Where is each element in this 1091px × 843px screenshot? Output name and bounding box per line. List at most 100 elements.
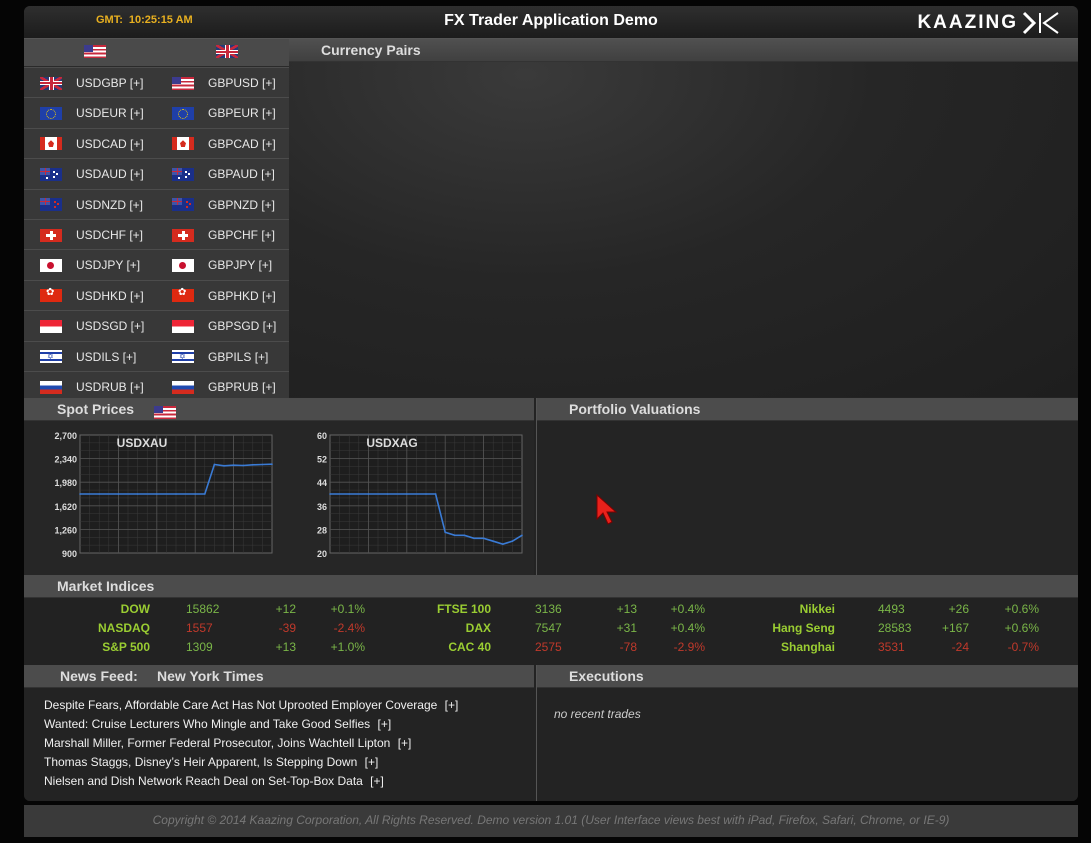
index-percent: -2.4% [333, 621, 365, 635]
chart-title: USDXAU [117, 436, 168, 450]
ca-flag-icon [40, 137, 62, 151]
gbp-pair-label[interactable]: GBPILS [+] [208, 350, 268, 364]
usd-pair-label[interactable]: USDGBP [+] [76, 76, 143, 90]
data-point [261, 463, 264, 466]
y-tick-label: 1,260 [54, 525, 77, 535]
no-trades-message: no recent trades [554, 707, 641, 721]
index-name[interactable]: S&P 500 [24, 640, 150, 654]
data-point [367, 493, 370, 495]
eu-flag-icon [172, 106, 194, 120]
news-expand-button[interactable]: [+] [370, 774, 384, 788]
news-source[interactable]: New York Times [157, 668, 264, 684]
news-item[interactable]: Marshall Miller, Former Federal Prosecut… [44, 736, 411, 750]
usd-pair-cell[interactable]: USDEUR [+] [40, 98, 144, 128]
gbp-pair-label[interactable]: GBPHKD [+] [208, 289, 276, 303]
gbp-pair-label[interactable]: GBPCHF [+] [208, 228, 275, 242]
usd-pair-cell[interactable]: USDAUD [+] [40, 159, 144, 189]
news-expand-button[interactable]: [+] [445, 698, 459, 712]
index-name[interactable]: FTSE 100 [359, 602, 491, 616]
usd-pair-label[interactable]: USDCAD [+] [76, 137, 144, 151]
usd-pair-label[interactable]: USDJPY [+] [76, 258, 140, 272]
data-point [473, 537, 475, 540]
portfolio-title: Portfolio Valuations [569, 401, 701, 417]
usd-pair-label[interactable]: USDHKD [+] [76, 289, 144, 303]
data-point [204, 493, 206, 495]
index-value: 7547 [535, 621, 562, 635]
news-item[interactable]: Wanted: Cruise Lecturers Who Mingle and … [44, 717, 391, 731]
gbp-pair-cell[interactable]: GBPUSD [+] [172, 68, 276, 98]
news-headline[interactable]: Despite Fears, Affordable Care Act Has N… [44, 698, 437, 712]
gbp-pair-cell[interactable]: GBPHKD [+] [172, 281, 276, 311]
news-item[interactable]: Thomas Staggs, Disney’s Heir Apparent, I… [44, 755, 378, 769]
gbp-pair-cell[interactable]: GBPEUR [+] [172, 98, 276, 128]
gbp-pair-label[interactable]: GBPUSD [+] [208, 76, 276, 90]
currency-pair-list: USDGBP [+] GBPUSD [+] USDEUR [+] GBPEUR … [24, 39, 289, 402]
usd-pair-label[interactable]: USDAUD [+] [76, 167, 144, 181]
gbp-pair-label[interactable]: GBPSGD [+] [208, 319, 276, 333]
gbp-pair-label[interactable]: GBPJPY [+] [208, 258, 272, 272]
il-flag-icon [172, 350, 194, 364]
y-tick-label: 900 [62, 549, 77, 559]
gbp-pair-cell[interactable]: GBPCAD [+] [172, 129, 276, 159]
il-flag-icon [40, 350, 62, 364]
usd-pair-label[interactable]: USDSGD [+] [76, 319, 144, 333]
kaazing-logo[interactable]: KAAZING [917, 11, 1062, 35]
gbp-pair-cell[interactable]: GBPNZD [+] [172, 190, 275, 220]
usd-pair-cell[interactable]: USDCHF [+] [40, 220, 143, 250]
index-name[interactable]: DOW [24, 602, 150, 616]
usd-pair-label[interactable]: USDCHF [+] [76, 228, 143, 242]
gbp-pair-cell[interactable]: GBPJPY [+] [172, 250, 272, 280]
news-headline[interactable]: Thomas Staggs, Disney’s Heir Apparent, I… [44, 755, 357, 769]
index-name[interactable]: DAX [359, 621, 491, 635]
usd-pair-cell[interactable]: USDHKD [+] [40, 281, 144, 311]
gbp-pair-cell[interactable]: GBPILS [+] [172, 342, 268, 372]
gbp-pair-cell[interactable]: GBPSGD [+] [172, 311, 276, 341]
currency-pair-row: USDCAD [+] GBPCAD [+] [24, 127, 289, 159]
gbp-pair-cell[interactable]: GBPCHF [+] [172, 220, 275, 250]
gbp-pair-label[interactable]: GBPNZD [+] [208, 198, 275, 212]
usd-pair-cell[interactable]: USDSGD [+] [40, 311, 144, 341]
news-item[interactable]: Nielsen and Dish Network Reach Deal on S… [44, 774, 384, 788]
news-expand-button[interactable]: [+] [398, 736, 412, 750]
data-point [463, 534, 466, 537]
gbp-pair-label[interactable]: GBPCAD [+] [208, 137, 276, 151]
data-point [329, 493, 331, 495]
us-flag-icon [172, 76, 194, 90]
usd-pair-cell[interactable]: USDGBP [+] [40, 68, 143, 98]
usd-pair-cell[interactable]: USDNZD [+] [40, 190, 143, 220]
usd-pair-cell[interactable]: USDILS [+] [40, 342, 136, 372]
usd-pair-label[interactable]: USDEUR [+] [76, 106, 144, 120]
news-headline[interactable]: Wanted: Cruise Lecturers Who Mingle and … [44, 717, 370, 731]
data-point [425, 493, 427, 495]
au-flag-icon [40, 167, 62, 181]
gbp-pair-label[interactable]: GBPAUD [+] [208, 167, 275, 181]
data-point [521, 534, 523, 537]
news-headline[interactable]: Marshall Miller, Former Federal Prosecut… [44, 736, 390, 750]
index-name[interactable]: NASDAQ [24, 621, 150, 635]
usd-pair-label[interactable]: USDNZD [+] [76, 198, 143, 212]
data-point [511, 540, 514, 542]
currency-pairs-header: Currency Pairs [289, 39, 1078, 62]
kaazing-k-icon [1022, 11, 1059, 35]
index-percent: +0.1% [330, 602, 365, 616]
usd-pair-label[interactable]: USDILS [+] [76, 350, 136, 364]
index-name[interactable]: Shanghai [689, 640, 835, 654]
data-point [232, 464, 235, 466]
news-feed-panel: News Feed: New York Times Despite Fears,… [24, 665, 534, 801]
usd-pair-cell[interactable]: USDJPY [+] [40, 250, 140, 280]
index-name[interactable]: Hang Seng [689, 621, 835, 635]
usd-pair-cell[interactable]: USDCAD [+] [40, 129, 144, 159]
news-expand-button[interactable]: [+] [378, 717, 392, 731]
gbp-pair-label[interactable]: GBPRUB [+] [208, 380, 276, 394]
news-expand-button[interactable]: [+] [365, 755, 379, 769]
news-headline[interactable]: Nielsen and Dish Network Reach Deal on S… [44, 774, 363, 788]
index-name[interactable]: CAC 40 [359, 640, 491, 654]
gbp-pair-label[interactable]: GBPEUR [+] [208, 106, 276, 120]
index-value: 3136 [535, 602, 562, 616]
news-item[interactable]: Despite Fears, Affordable Care Act Has N… [44, 698, 458, 712]
gbp-pair-cell[interactable]: GBPAUD [+] [172, 159, 275, 189]
index-change: -24 [951, 640, 969, 654]
data-point [386, 493, 389, 495]
usd-pair-label[interactable]: USDRUB [+] [76, 380, 144, 394]
index-name[interactable]: Nikkei [689, 602, 835, 616]
